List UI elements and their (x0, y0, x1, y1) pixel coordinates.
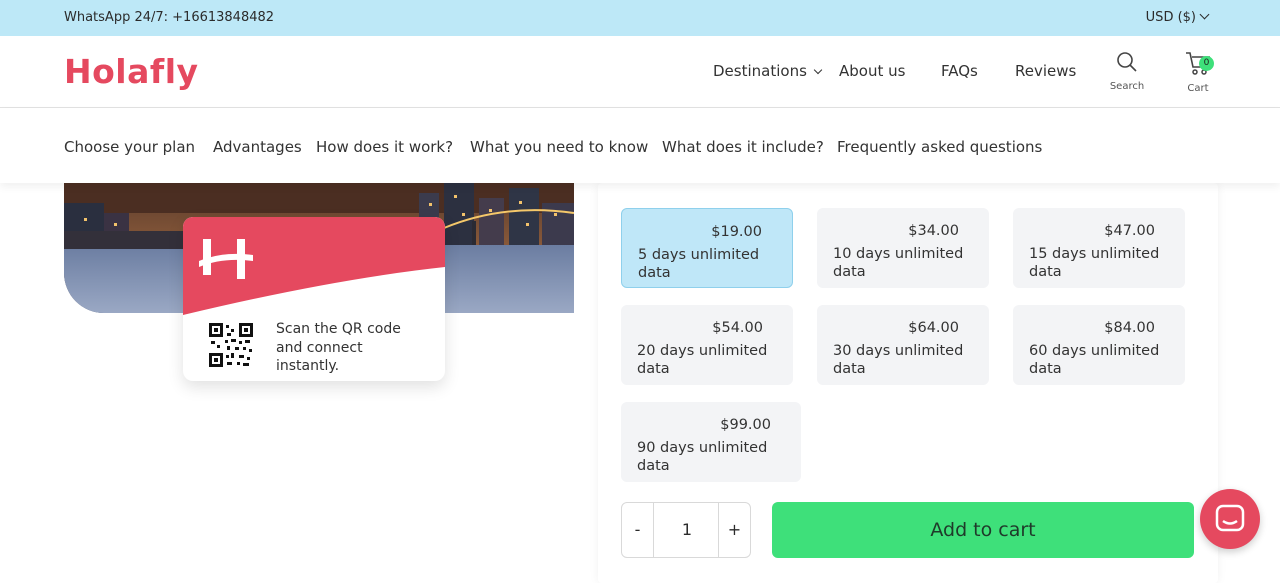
subnav-advantages[interactable]: Advantages (213, 138, 302, 156)
nav-faqs[interactable]: FAQs (941, 62, 978, 80)
cart-count-badge: 0 (1199, 56, 1214, 71)
subnav-choose-plan[interactable]: Choose your plan (64, 138, 195, 156)
scan-instructions: Scan the QR code and connect instantly. (276, 321, 401, 374)
plan-description: 5 days unlimited data (638, 247, 760, 281)
search-label: Search (1109, 81, 1145, 92)
plan-description: 90 days unlimited data (637, 440, 768, 474)
quantity-stepper: - 1 + (621, 502, 751, 558)
quantity-decrease-button[interactable]: - (622, 503, 654, 557)
plan-description: 30 days unlimited data (833, 343, 964, 377)
site-header: Holafly Destinations About us FAQs Revie… (0, 36, 1280, 108)
chevron-down-icon (1199, 9, 1210, 20)
card-red-header (183, 217, 445, 315)
plan-price: $47.00 (1104, 223, 1155, 239)
plan-description: 10 days unlimited data (833, 246, 964, 280)
quantity-increase-button[interactable]: + (718, 503, 750, 557)
plan-price: $64.00 (908, 320, 959, 336)
subnav-faq[interactable]: Frequently asked questions (837, 138, 1042, 156)
holafly-logo[interactable]: Holafly (64, 52, 199, 91)
subnav-what-included[interactable]: What does it include? (662, 138, 824, 156)
add-to-cart-button[interactable]: Add to cart (772, 502, 1194, 558)
nav-label: Destinations (713, 62, 807, 80)
plan-price: $34.00 (908, 223, 959, 239)
nav-about-us[interactable]: About us (839, 62, 905, 80)
quantity-input[interactable]: 1 (654, 503, 720, 557)
chevron-down-icon (813, 65, 823, 75)
search-button[interactable]: Search (1102, 50, 1152, 92)
currency-label: USD ($) (1145, 10, 1196, 25)
nav-destinations[interactable]: Destinations (713, 62, 823, 80)
search-icon (1117, 52, 1137, 72)
plan-description: 20 days unlimited data (637, 343, 768, 377)
whatsapp-contact[interactable]: WhatsApp 24/7: +16613848482 (64, 10, 274, 25)
top-bar: WhatsApp 24/7: +16613848482 USD ($) (0, 0, 1280, 36)
plan-option-5-days[interactable]: $19.00 5 days unlimited data (621, 208, 793, 288)
plan-option-15-days[interactable]: $47.00 15 days unlimited data (1013, 208, 1185, 288)
cart-button[interactable]: 0 Cart (1173, 50, 1223, 94)
esim-card: Scan the QR code and connect instantly. (183, 217, 445, 381)
section-nav: Choose your plan Advantages How does it … (0, 108, 1280, 183)
plan-option-20-days[interactable]: $54.00 20 days unlimited data (621, 305, 793, 385)
plan-option-30-days[interactable]: $64.00 30 days unlimited data (817, 305, 989, 385)
plan-description: 15 days unlimited data (1029, 246, 1160, 280)
plan-option-60-days[interactable]: $84.00 60 days unlimited data (1013, 305, 1185, 385)
plan-option-10-days[interactable]: $34.00 10 days unlimited data (817, 208, 989, 288)
plan-price: $99.00 (720, 417, 771, 433)
plan-price: $84.00 (1104, 320, 1155, 336)
plan-description: 60 days unlimited data (1029, 343, 1160, 377)
plan-price: $54.00 (712, 320, 763, 336)
plan-option-90-days[interactable]: $99.00 90 days unlimited data (621, 402, 801, 482)
subnav-what-to-know[interactable]: What you need to know (470, 138, 648, 156)
cart-label: Cart (1187, 83, 1209, 94)
nav-reviews[interactable]: Reviews (1015, 62, 1076, 80)
qr-code-icon (209, 323, 253, 367)
plan-price: $19.00 (711, 224, 762, 240)
chat-icon (1215, 504, 1245, 532)
chat-button[interactable] (1200, 489, 1260, 549)
subnav-how-it-works[interactable]: How does it work? (316, 138, 453, 156)
currency-selector[interactable]: USD ($) (1145, 9, 1210, 25)
